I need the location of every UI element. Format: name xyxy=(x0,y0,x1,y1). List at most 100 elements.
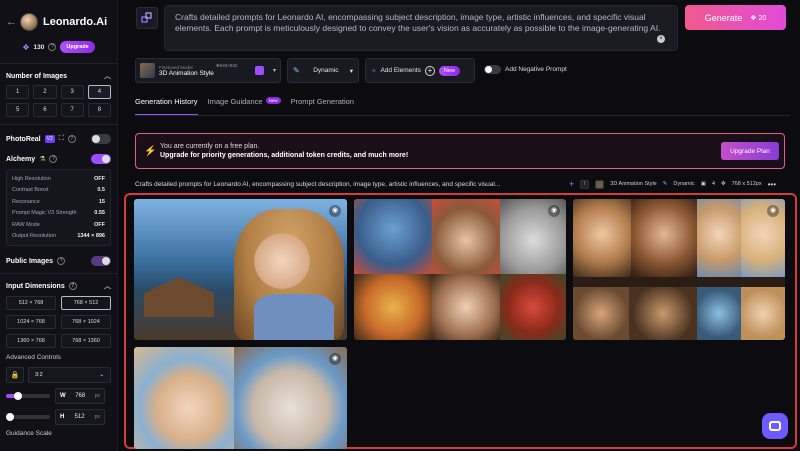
input-dimensions-title[interactable]: Input Dimensions ? ︿ xyxy=(6,279,111,293)
chevron-down-icon: ⌄ xyxy=(99,372,104,378)
model-size-value: 640×832 xyxy=(219,63,238,68)
plus-icon: + xyxy=(424,65,435,76)
photoreal-toggle[interactable] xyxy=(91,134,111,144)
number-of-images-option[interactable]: 5 xyxy=(6,103,30,117)
number-of-images-option[interactable]: 1 xyxy=(6,85,30,99)
chevron-up-icon[interactable]: ︿ xyxy=(104,71,111,81)
help-icon[interactable]: ? xyxy=(68,282,77,290)
generated-image-3[interactable]: ◉ xyxy=(573,199,785,340)
generation-info-row: Crafts detailed prompts for Leonardo AI,… xyxy=(135,178,790,190)
alchemy-settings[interactable]: High Resolution OFF Contrast Boost 0.5 Reson… xyxy=(6,169,111,246)
dimensions-grid: 512 × 768 768 × 512 1024 × 768 768 × 1024 13… xyxy=(6,296,111,348)
chevron-down-icon: ▾ xyxy=(349,67,353,75)
lock-icon[interactable]: 🔒 xyxy=(6,367,24,383)
width-label: W xyxy=(60,393,66,399)
width-unit: px xyxy=(94,393,100,399)
aspect-ratio-value: 3:2 xyxy=(35,372,43,378)
tab-label: Prompt Generation xyxy=(290,97,354,106)
tab-generation-history[interactable]: Generation History xyxy=(135,97,198,115)
elements-icon: ✧ xyxy=(371,67,377,75)
dimension-option[interactable]: 768 × 1360 xyxy=(61,334,111,348)
number-of-images-option[interactable]: 3 xyxy=(60,85,84,99)
number-of-images-option[interactable]: 2 xyxy=(33,85,57,99)
token-row: ❖ 130 ? Upgrade xyxy=(0,40,117,54)
aspect-ratio-select[interactable]: 3:2 ⌄ xyxy=(28,367,111,383)
alchemy-toggle[interactable] xyxy=(91,154,111,164)
model-thumbnail xyxy=(140,63,155,78)
generation-toolbar: Finetuned Model 3D Animation Style ✥640×… xyxy=(135,58,795,83)
generate-cost: ❖ 20 xyxy=(750,14,766,22)
number-of-images-option[interactable]: 4 xyxy=(87,85,111,99)
divider xyxy=(0,63,117,64)
arrow-up-icon[interactable]: ↑ xyxy=(580,179,590,189)
model-selector[interactable]: Finetuned Model 3D Animation Style ✥640×… xyxy=(135,58,281,83)
add-icon[interactable]: + xyxy=(569,179,574,189)
images-icon: ▣ xyxy=(700,181,706,187)
alchemy-setting-row: Output Resolution 1344 × 896 xyxy=(12,231,105,243)
width-field[interactable]: W 768 px xyxy=(55,388,105,404)
advanced-controls-label[interactable]: Advanced Controls xyxy=(6,354,111,364)
dimension-option[interactable]: 768 × 1024 xyxy=(61,315,111,329)
back-arrow-icon[interactable]: ← xyxy=(6,16,20,28)
generated-image-2[interactable]: ◉ xyxy=(354,199,566,340)
number-of-images-option[interactable]: 6 xyxy=(33,103,57,117)
clear-prompt-icon[interactable]: × xyxy=(657,35,665,43)
generation-prompt[interactable]: Crafts detailed prompts for Leonardo AI,… xyxy=(135,181,555,188)
eye-icon[interactable]: ◉ xyxy=(329,353,341,365)
help-icon[interactable]: ? xyxy=(57,257,66,265)
prompt-text[interactable]: Crafts detailed prompts for Leonardo AI,… xyxy=(175,12,660,33)
eye-icon[interactable]: ◉ xyxy=(767,205,779,217)
tab-prompt-generation[interactable]: Prompt Generation xyxy=(291,97,354,115)
input-dimensions-section: Input Dimensions ? ︿ 512 × 768 768 × 512 1… xyxy=(0,279,117,437)
photoreal-version-badge[interactable]: V2 xyxy=(44,135,55,143)
chat-icon xyxy=(769,421,781,431)
alchemy-setting-label: Resonance xyxy=(12,198,40,205)
upgrade-button[interactable]: Upgrade xyxy=(60,41,95,53)
generated-image-4[interactable]: ◉ xyxy=(134,347,347,449)
model-info-icon[interactable] xyxy=(255,66,264,75)
add-elements-label: Add Elements xyxy=(380,67,421,74)
number-of-images-title[interactable]: Number of Images ︿ xyxy=(6,69,111,83)
generation-style: Dynamic xyxy=(673,181,695,187)
help-icon[interactable]: ? xyxy=(67,135,76,143)
eye-icon[interactable]: ◉ xyxy=(329,205,341,217)
more-options-icon[interactable]: ••• xyxy=(768,180,776,189)
brand-name: Leonardo.Ai xyxy=(43,16,108,28)
upgrade-plan-button[interactable]: Upgrade Plan xyxy=(721,142,779,160)
add-elements-button[interactable]: ✧ Add Elements + New xyxy=(365,58,475,83)
alchemy-setting-value: 1344 × 896 xyxy=(77,233,105,240)
alchemy-setting-label: Prompt Magic V3 Strength xyxy=(12,210,77,217)
prompt-input[interactable]: Crafts detailed prompts for Leonardo AI,… xyxy=(164,5,678,51)
alchemy-setting-value: OFF xyxy=(94,175,105,182)
public-images-toggle[interactable] xyxy=(91,256,111,266)
chat-support-button[interactable] xyxy=(762,413,788,439)
alchemy-setting-row: Resonance 15 xyxy=(12,196,105,208)
width-slider[interactable] xyxy=(6,392,50,400)
height-field[interactable]: H 512 px xyxy=(55,409,105,425)
number-of-images-option[interactable]: 8 xyxy=(87,103,111,117)
style-selector[interactable]: ✎ Dynamic ▾ xyxy=(287,58,359,83)
prompt-tools-button[interactable] xyxy=(136,7,158,29)
tab-image-guidance[interactable]: Image Guidance New xyxy=(208,97,281,115)
negative-prompt-toggle[interactable] xyxy=(484,65,501,74)
alchemy-setting-value: 15 xyxy=(98,198,105,205)
generate-button[interactable]: Generate ❖ 20 xyxy=(685,5,786,30)
generated-image-1[interactable]: ◉ xyxy=(134,199,347,340)
height-value[interactable]: 512 xyxy=(75,414,85,420)
token-count: 130 xyxy=(33,43,45,51)
chevron-up-icon[interactable]: ︿ xyxy=(104,281,111,291)
avatar[interactable] xyxy=(20,13,38,31)
number-of-images-option[interactable]: 7 xyxy=(60,103,84,117)
height-slider[interactable] xyxy=(6,413,50,421)
width-value[interactable]: 768 xyxy=(75,393,85,399)
dimension-option[interactable]: 512 × 768 xyxy=(6,296,56,310)
dimension-option[interactable]: 768 × 512 xyxy=(61,296,111,310)
dimension-option[interactable]: 1024 × 768 xyxy=(6,315,56,329)
brush-icon: ✎ xyxy=(293,66,300,75)
alchemy-setting-row: RAW Mode OFF xyxy=(12,219,105,231)
eye-icon[interactable]: ◉ xyxy=(548,205,560,217)
brand-header: ← Leonardo.Ai xyxy=(0,0,117,44)
dimension-option[interactable]: 1360 × 768 xyxy=(6,334,56,348)
help-icon[interactable]: ? xyxy=(48,43,57,51)
help-icon[interactable]: ? xyxy=(49,155,58,163)
